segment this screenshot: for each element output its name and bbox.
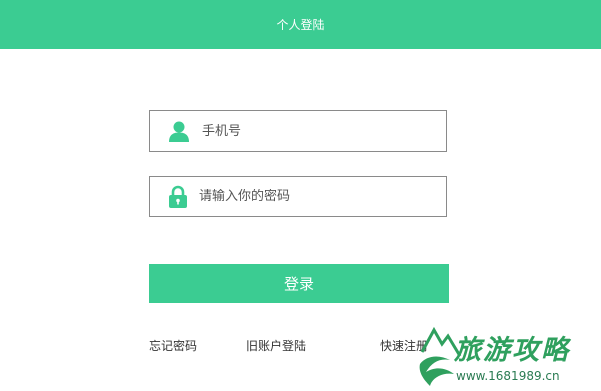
password-input[interactable] bbox=[199, 189, 429, 204]
phone-input[interactable] bbox=[202, 123, 432, 139]
lock-icon bbox=[167, 185, 189, 208]
user-icon bbox=[168, 120, 190, 142]
mountain-swoosh-logo bbox=[419, 326, 462, 386]
login-page: 个人登陆 登录 忘记密码 旧账户登陆 快速注册 旅游攻略 bbox=[0, 0, 601, 391]
page-title: 个人登陆 bbox=[276, 18, 325, 32]
watermark-title: 旅游攻略 bbox=[454, 335, 570, 366]
password-field[interactable] bbox=[149, 176, 447, 217]
quick-register-link[interactable]: 快速注册 bbox=[380, 337, 428, 354]
header-bar: 个人登陆 bbox=[0, 0, 601, 49]
phone-field[interactable] bbox=[149, 110, 447, 152]
old-account-login-link[interactable]: 旧账户登陆 bbox=[246, 337, 306, 354]
login-button[interactable]: 登录 bbox=[149, 264, 449, 303]
watermark-url: www.1681989.cn bbox=[456, 369, 560, 383]
watermark: 旅游攻略 www.1681989.cn bbox=[416, 322, 601, 391]
forgot-password-link[interactable]: 忘记密码 bbox=[149, 337, 197, 354]
